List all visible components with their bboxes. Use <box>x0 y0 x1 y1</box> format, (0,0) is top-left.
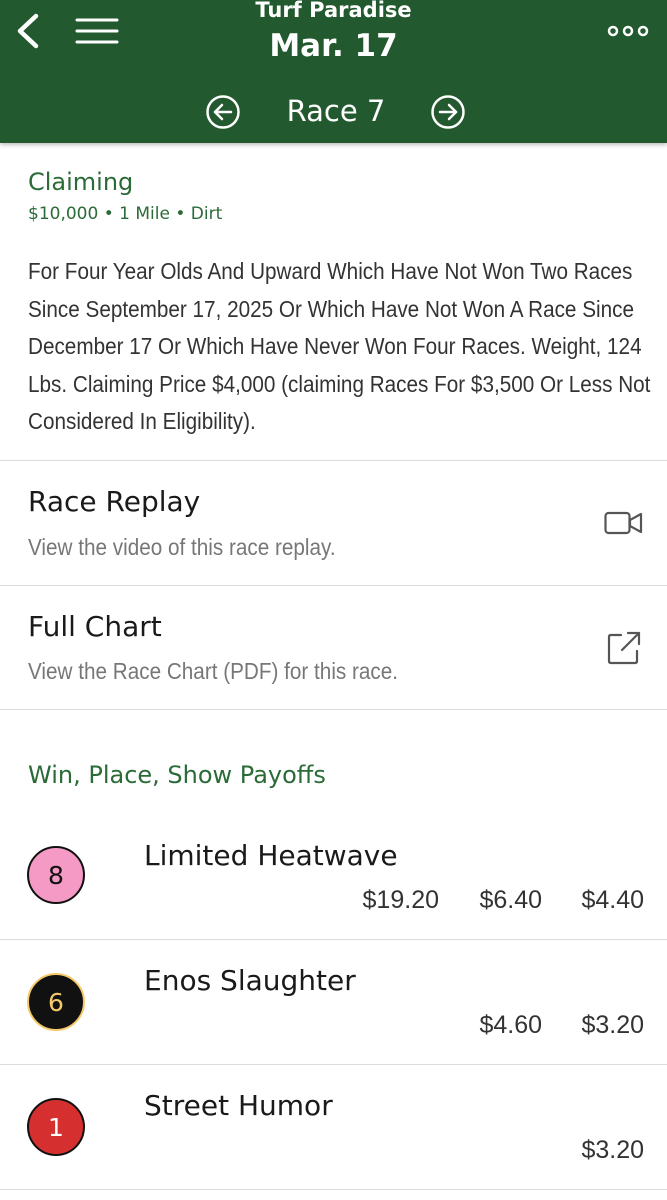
payoffs-section-title: Win, Place, Show Payoffs <box>28 761 326 789</box>
divider <box>0 585 667 586</box>
more-options-button[interactable] <box>605 18 651 44</box>
full-chart-subtitle: View the Race Chart (PDF) for this race. <box>28 658 399 684</box>
app-header: Turf Paradise Mar. 17 Race 7 <box>0 0 667 143</box>
race-date: Mar. 17 <box>269 28 398 64</box>
divider <box>0 460 667 461</box>
show-payoff: $3.20 <box>581 1136 644 1164</box>
arrow-left-circle-icon <box>206 95 240 129</box>
previous-race-button[interactable] <box>205 94 241 130</box>
next-race-button[interactable] <box>430 94 466 130</box>
divider <box>0 1189 667 1190</box>
external-link-icon <box>607 631 641 665</box>
full-chart-title: Full Chart <box>28 610 162 643</box>
video-camera-icon <box>604 511 643 535</box>
show-payoff: $4.40 <box>581 886 644 914</box>
race-conditions: For Four Year Olds And Upward Which Have… <box>28 258 651 434</box>
race-type: Claiming <box>28 168 134 196</box>
post-position-badge: 8 <box>27 846 85 904</box>
divider <box>0 709 667 710</box>
race-meta: $10,000 • 1 Mile • Dirt <box>28 204 223 224</box>
horse-name: Enos Slaughter <box>144 964 356 997</box>
race-replay-subtitle: View the video of this race replay. <box>28 534 336 560</box>
race-number-label: Race 7 <box>286 94 386 128</box>
venue-name: Turf Paradise <box>255 0 412 22</box>
post-position-badge: 6 <box>27 973 85 1031</box>
show-payoff: $3.20 <box>581 1011 644 1039</box>
race-replay-title: Race Replay <box>28 485 201 518</box>
divider <box>0 1064 667 1065</box>
win-payoff: $19.20 <box>362 886 439 914</box>
horse-name: Limited Heatwave <box>144 839 398 872</box>
arrow-right-circle-icon <box>431 95 465 129</box>
divider <box>0 939 667 940</box>
horse-name: Street Humor <box>144 1089 333 1122</box>
post-position-badge: 1 <box>27 1098 85 1156</box>
more-dots-icon <box>607 25 649 37</box>
